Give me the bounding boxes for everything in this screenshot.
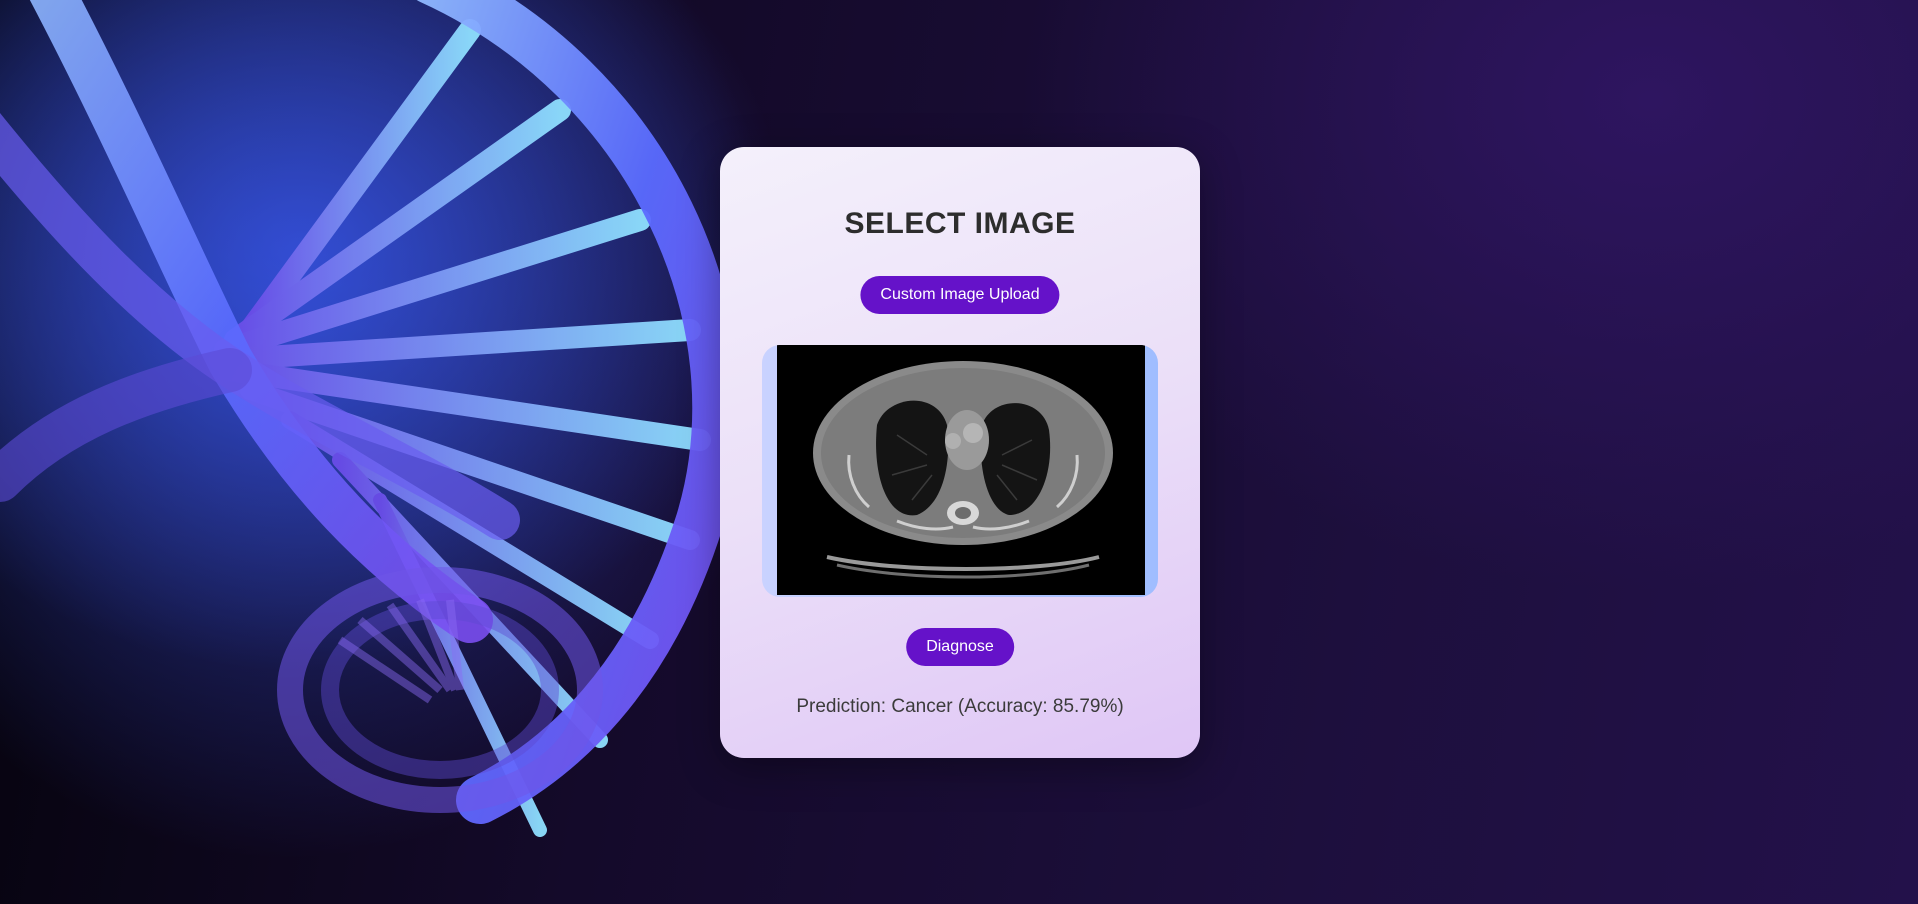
prediction-result: Prediction: Cancer (Accuracy: 85.79%) bbox=[796, 696, 1124, 717]
custom-image-upload-button[interactable]: Custom Image Upload bbox=[860, 276, 1060, 314]
image-select-card: SELECT IMAGE Custom Image Upload Diagnos… bbox=[720, 147, 1200, 758]
image-preview-frame bbox=[762, 345, 1158, 597]
ct-scan-image bbox=[777, 345, 1145, 595]
page: SELECT IMAGE Custom Image Upload Diagnos… bbox=[0, 0, 1918, 904]
diagnose-button[interactable]: Diagnose bbox=[906, 628, 1014, 666]
card-title: SELECT IMAGE bbox=[844, 207, 1076, 240]
dna-helix-background bbox=[0, 0, 820, 904]
